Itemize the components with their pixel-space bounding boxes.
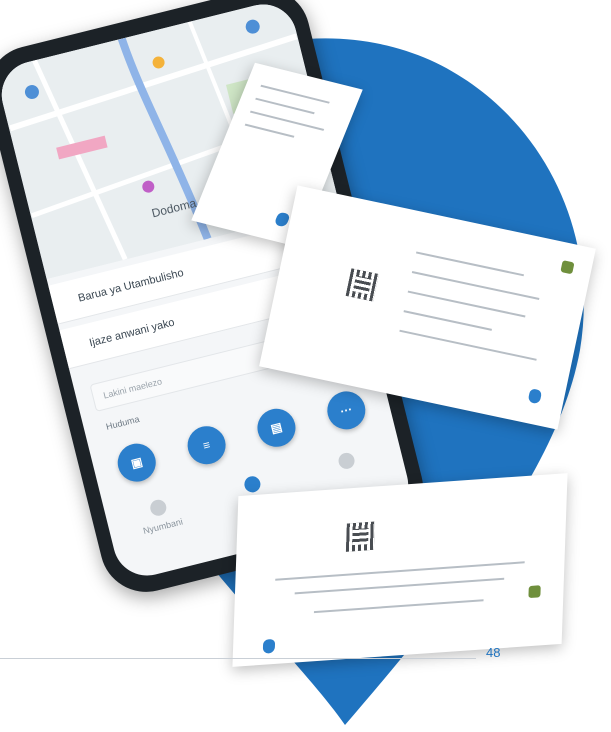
profile-icon: [336, 451, 357, 471]
coat-of-arms-icon: [560, 260, 575, 275]
more-icon: ···: [338, 402, 354, 419]
doc-text-line: [407, 290, 526, 318]
doc-text-line: [415, 251, 525, 277]
page-number: 48: [486, 645, 501, 660]
id-icon: ▤: [269, 419, 284, 436]
id-service-button[interactable]: ▤: [253, 404, 300, 451]
doc-text-line: [403, 310, 492, 331]
nav-home[interactable]: Nyumbani: [122, 492, 198, 540]
more-service-button[interactable]: ···: [323, 387, 370, 434]
doc-text-line: [244, 123, 295, 138]
coat-of-arms-icon: [528, 585, 541, 599]
footer-rule: [0, 658, 476, 659]
doc-text-line: [275, 561, 525, 581]
qr-service-button[interactable]: ▣: [113, 439, 160, 486]
apps-icon: [242, 474, 263, 494]
doc-text-line: [399, 329, 537, 361]
document-certificate-large: [232, 473, 568, 667]
seal-icon: [262, 638, 276, 654]
qr-code-icon: [345, 521, 375, 552]
document-icon: ≡: [201, 437, 212, 453]
seal-icon: [527, 388, 543, 405]
nav-profile[interactable]: [311, 445, 384, 483]
doc-text-line: [313, 599, 484, 614]
services-section-label: Huduma: [104, 413, 141, 432]
qr-code-icon: [345, 268, 379, 302]
home-icon: [148, 498, 168, 518]
nav-home-label: Nyumbani: [142, 516, 184, 536]
document-service-button[interactable]: ≡: [183, 422, 230, 469]
doc-text-line: [255, 97, 315, 115]
qr-icon: ▣: [129, 454, 144, 471]
doc-text-line: [294, 577, 505, 595]
